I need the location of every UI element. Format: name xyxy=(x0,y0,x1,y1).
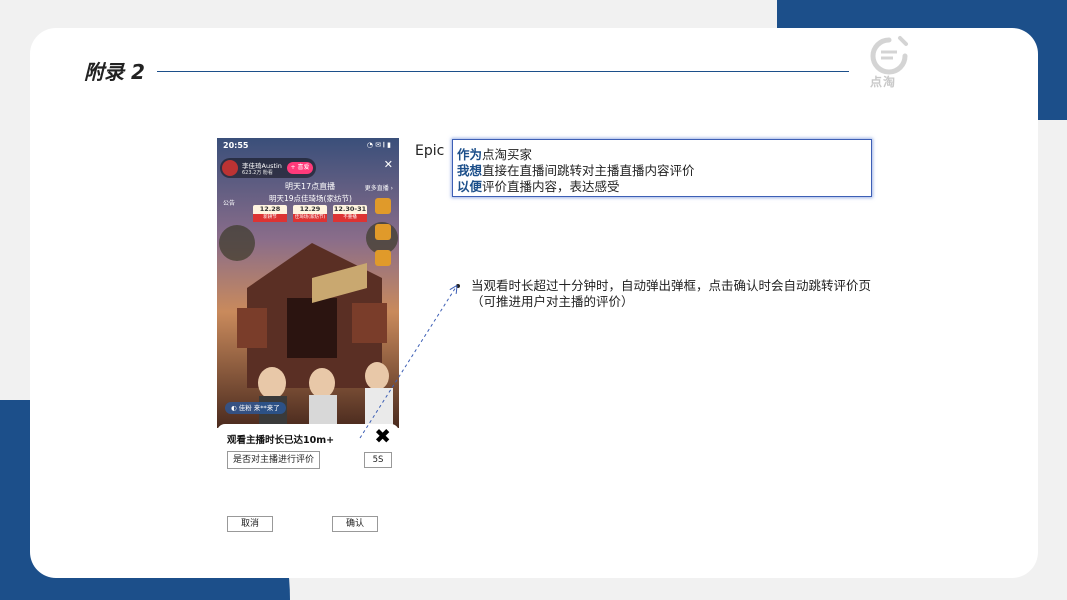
follow-button[interactable]: + 喜爱 xyxy=(287,162,313,174)
host-fans: 623.2万 粉看 xyxy=(242,170,273,176)
banner-line-1: 明天17点直播 xyxy=(285,182,336,191)
epic-label: Epic xyxy=(415,143,445,159)
coupon-icon[interactable] xyxy=(375,224,391,240)
popup-title: 观看主播时长已达10m+ xyxy=(227,435,335,446)
bag-icon[interactable] xyxy=(375,250,391,266)
host-info[interactable]: 李佳琦Austin 623.2万 粉看 + 喜爱 xyxy=(220,158,316,178)
schedule-label: 新耕节 xyxy=(253,214,287,222)
schedule-card: 12.28 新耕节 xyxy=(253,205,287,222)
phone-screenshot: 20:55 ◔ ✉ 𝄃 ▮ 李佳琦Austin 623.2万 粉看 + 喜爱 ✕… xyxy=(217,138,399,540)
status-icons: ◔ ✉ 𝄃 ▮ xyxy=(366,141,391,149)
epic-box: 作为点淘买家 我想直接在直播间跳转对主播直播内容评价 以便评价直播内容，表达感受 xyxy=(452,139,872,197)
schedule-date: 12.30-31 xyxy=(333,205,367,213)
avatar[interactable] xyxy=(222,160,238,176)
title-divider xyxy=(157,71,849,72)
comment-chip: ◐ 佳粉 来**来了 xyxy=(225,402,286,414)
side-icons xyxy=(375,198,393,276)
close-x-icon[interactable]: ✖ xyxy=(374,425,391,447)
close-icon[interactable]: ✕ xyxy=(384,158,393,171)
gift-icon[interactable] xyxy=(375,198,391,214)
schedule-row: 12.28 新耕节 12.29 佳琦场(家纺节) 12.30-31 不重播 xyxy=(253,205,367,222)
epic-key: 以便 xyxy=(457,179,483,194)
rating-popup: 观看主播时长已达10m+ ✖ 是否对主播进行评价 5S 取消 确认 xyxy=(217,424,399,540)
status-time: 20:55 xyxy=(223,141,249,150)
schedule-card: 12.29 佳琦场(家纺节) xyxy=(293,205,327,222)
notice-label[interactable]: 公告 xyxy=(223,198,235,207)
countdown-timer: 5S xyxy=(364,452,392,468)
epic-text: 评价直播内容，表达感受 xyxy=(482,179,620,194)
schedule-date: 12.29 xyxy=(299,205,321,213)
schedule-date: 12.28 xyxy=(259,205,281,213)
banner-line-2: 明天19点佳琦场(家纺节) xyxy=(269,194,352,203)
schedule-card: 12.30-31 不重播 xyxy=(333,205,367,222)
schedule-label: 不重播 xyxy=(333,214,367,222)
schedule-label: 佳琦场(家纺节) xyxy=(293,214,327,222)
annotation-note: 当观看时长超过十分钟时，自动弹出弹框，点击确认时会自动跳转评价页（可推进用户对主… xyxy=(471,278,872,309)
slide-title: 附录 2 xyxy=(84,60,145,84)
confirm-button[interactable]: 确认 xyxy=(332,516,378,532)
cancel-button[interactable]: 取消 xyxy=(227,516,273,532)
epic-line-so-that: 以便评价直播内容，表达感受 xyxy=(457,176,620,195)
bullet-dot xyxy=(456,284,460,288)
popup-question: 是否对主播进行评价 xyxy=(227,451,321,469)
logo-text: 点淘 xyxy=(870,75,897,89)
